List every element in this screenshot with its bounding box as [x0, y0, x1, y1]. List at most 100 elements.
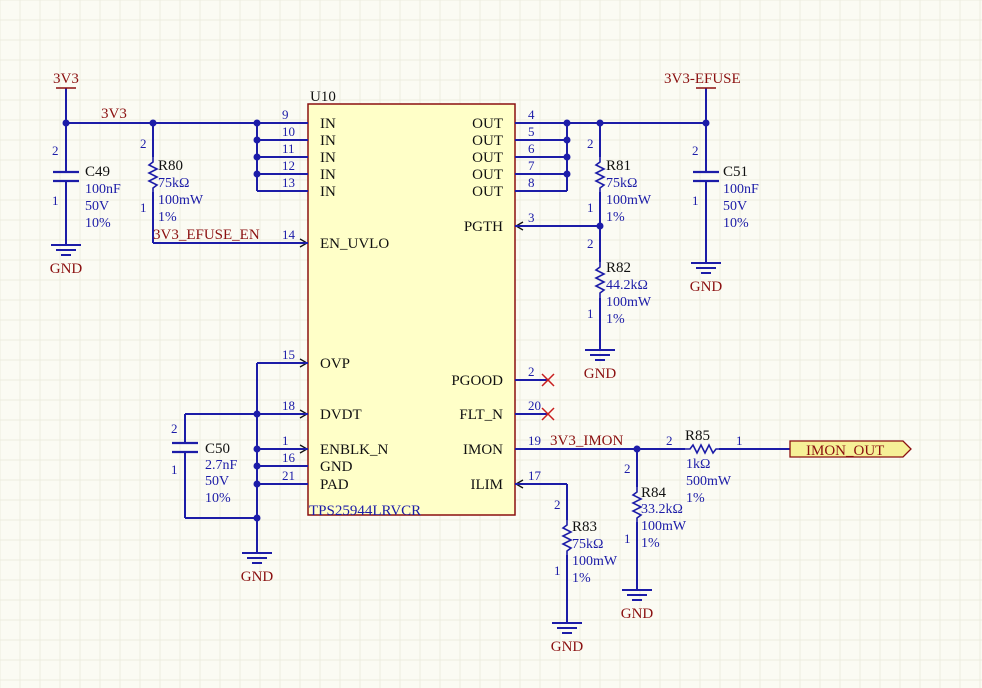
- junction-dot: [149, 119, 157, 127]
- pin-number: 20: [528, 398, 541, 413]
- pin-number: 2: [587, 236, 594, 251]
- pin-name: IN: [320, 184, 336, 200]
- junction-dot: [563, 170, 571, 178]
- pin-number: 2: [692, 143, 699, 158]
- gnd-label: GND: [241, 569, 274, 585]
- net-label-imon: 3V3_IMON: [550, 433, 623, 449]
- pin-number: 2: [528, 364, 535, 379]
- component-power: 100mW: [572, 554, 618, 569]
- pin-number: 14: [282, 227, 296, 242]
- pin-number: 1: [587, 306, 594, 321]
- capacitor-c50[interactable]: 2 1 C50 2.7nF 50V 10%: [171, 421, 238, 506]
- pin-number: 5: [528, 124, 535, 139]
- pin-name: EN_UVLO: [320, 236, 389, 252]
- pin-number: 15: [282, 347, 295, 362]
- junction-dot: [633, 445, 641, 453]
- component-value: 100nF: [723, 182, 759, 197]
- pin-number: 10: [282, 124, 295, 139]
- junction-dot: [253, 462, 261, 470]
- pin-name: PGTH: [464, 219, 503, 235]
- component-voltage: 50V: [85, 199, 109, 214]
- component-tolerance: 1%: [572, 571, 591, 586]
- gnd-label: GND: [690, 279, 723, 295]
- port-imon-out[interactable]: IMON_OUT: [789, 440, 912, 459]
- junction-dot: [253, 514, 261, 522]
- resistor-r84[interactable]: 2 1 R84 33.2kΩ 100mW 1%: [624, 461, 687, 551]
- capacitor-c49[interactable]: 2 1 C49 100nF 50V 10%: [52, 143, 121, 231]
- pin-name: IMON: [463, 442, 503, 458]
- pin-name: IN: [320, 150, 336, 166]
- pin-name: IN: [320, 133, 336, 149]
- resistor-r82[interactable]: 2 1 R82 44.2kΩ 100mW 1%: [587, 236, 652, 327]
- pin-number: 2: [554, 497, 561, 512]
- junction-dot: [596, 119, 604, 127]
- port-label: IMON_OUT: [806, 443, 884, 459]
- gnd-label: GND: [621, 606, 654, 622]
- pin-number: 1: [587, 200, 594, 215]
- pin-name: OUT: [472, 150, 503, 166]
- component-value: 2.7nF: [205, 458, 238, 473]
- pin-number: 6: [528, 141, 535, 156]
- pin-number: 16: [282, 450, 296, 465]
- pin-number: 7: [528, 158, 535, 173]
- pin-name: GND: [320, 459, 353, 475]
- pin-number: 12: [282, 158, 295, 173]
- junction-dot: [253, 445, 261, 453]
- pin-name: OUT: [472, 167, 503, 183]
- junction-dot: [563, 153, 571, 161]
- power-port-label: 3V3-EFUSE: [664, 71, 741, 87]
- ic-part-number: TPS25944LRVCR: [309, 503, 421, 519]
- component-value: 75kΩ: [606, 176, 637, 191]
- component-power: 100mW: [606, 295, 652, 310]
- gnd-icon: GND: [690, 260, 723, 295]
- component-tolerance: 1%: [606, 312, 625, 327]
- gnd-label: GND: [584, 366, 617, 382]
- component-designator: C49: [85, 164, 110, 180]
- pin-name: DVDT: [320, 407, 362, 423]
- component-tolerance: 10%: [205, 491, 231, 506]
- component-power: 100mW: [158, 193, 204, 208]
- pin-number: 1: [692, 193, 699, 208]
- pin-name: PAD: [320, 477, 349, 493]
- pin-number: 1: [624, 531, 631, 546]
- pin-number: 4: [528, 107, 535, 122]
- component-tolerance: 10%: [85, 216, 111, 231]
- pin-number: 2: [624, 461, 631, 476]
- capacitor-c51[interactable]: 2 1 C51 100nF 50V 10%: [692, 143, 759, 231]
- power-port-3v3-efuse[interactable]: 3V3-EFUSE: [664, 71, 741, 89]
- component-tolerance: 1%: [158, 210, 177, 225]
- junction-dot: [253, 170, 261, 178]
- gnd-icon: GND: [551, 620, 584, 655]
- pin-number: 9: [282, 107, 289, 122]
- component-power: 100mW: [606, 193, 652, 208]
- schematic-canvas: U10 TPS25944LRVCR 9IN10IN11IN12IN13IN14E…: [0, 0, 982, 688]
- junction-dot: [253, 136, 261, 144]
- pin-name: OUT: [472, 133, 503, 149]
- component-tolerance: 1%: [606, 210, 625, 225]
- component-designator: R83: [572, 519, 597, 535]
- junction-dot: [253, 153, 261, 161]
- pin-number: 1: [282, 433, 289, 448]
- resistor-r83[interactable]: 2 1 R83 75kΩ 100mW 1%: [554, 497, 618, 586]
- pin-number: 18: [282, 398, 295, 413]
- gnd-label: GND: [551, 639, 584, 655]
- pin-number: 1: [52, 193, 59, 208]
- component-value: 75kΩ: [572, 537, 603, 552]
- net-label-3v3: 3V3: [101, 106, 127, 122]
- pin-name: ENBLK_N: [320, 442, 388, 458]
- power-port-3v3[interactable]: 3V3: [53, 71, 79, 89]
- component-tolerance: 1%: [686, 491, 705, 506]
- component-designator: R85: [685, 428, 710, 444]
- pin-number: 17: [528, 468, 542, 483]
- gnd-icon: GND: [621, 587, 654, 622]
- pin-name: OUT: [472, 184, 503, 200]
- pin-number: 1: [140, 200, 147, 215]
- pin-name: IN: [320, 116, 336, 132]
- pin-number: 1: [736, 433, 743, 448]
- pin-number: 8: [528, 175, 535, 190]
- component-value: 44.2kΩ: [606, 278, 648, 293]
- component-voltage: 50V: [205, 474, 229, 489]
- ic-u10[interactable]: U10 TPS25944LRVCR 9IN10IN11IN12IN13IN14E…: [281, 89, 542, 519]
- component-tolerance: 10%: [723, 216, 749, 231]
- net-label-efuse-en: 3V3_EFUSE_EN: [153, 227, 260, 243]
